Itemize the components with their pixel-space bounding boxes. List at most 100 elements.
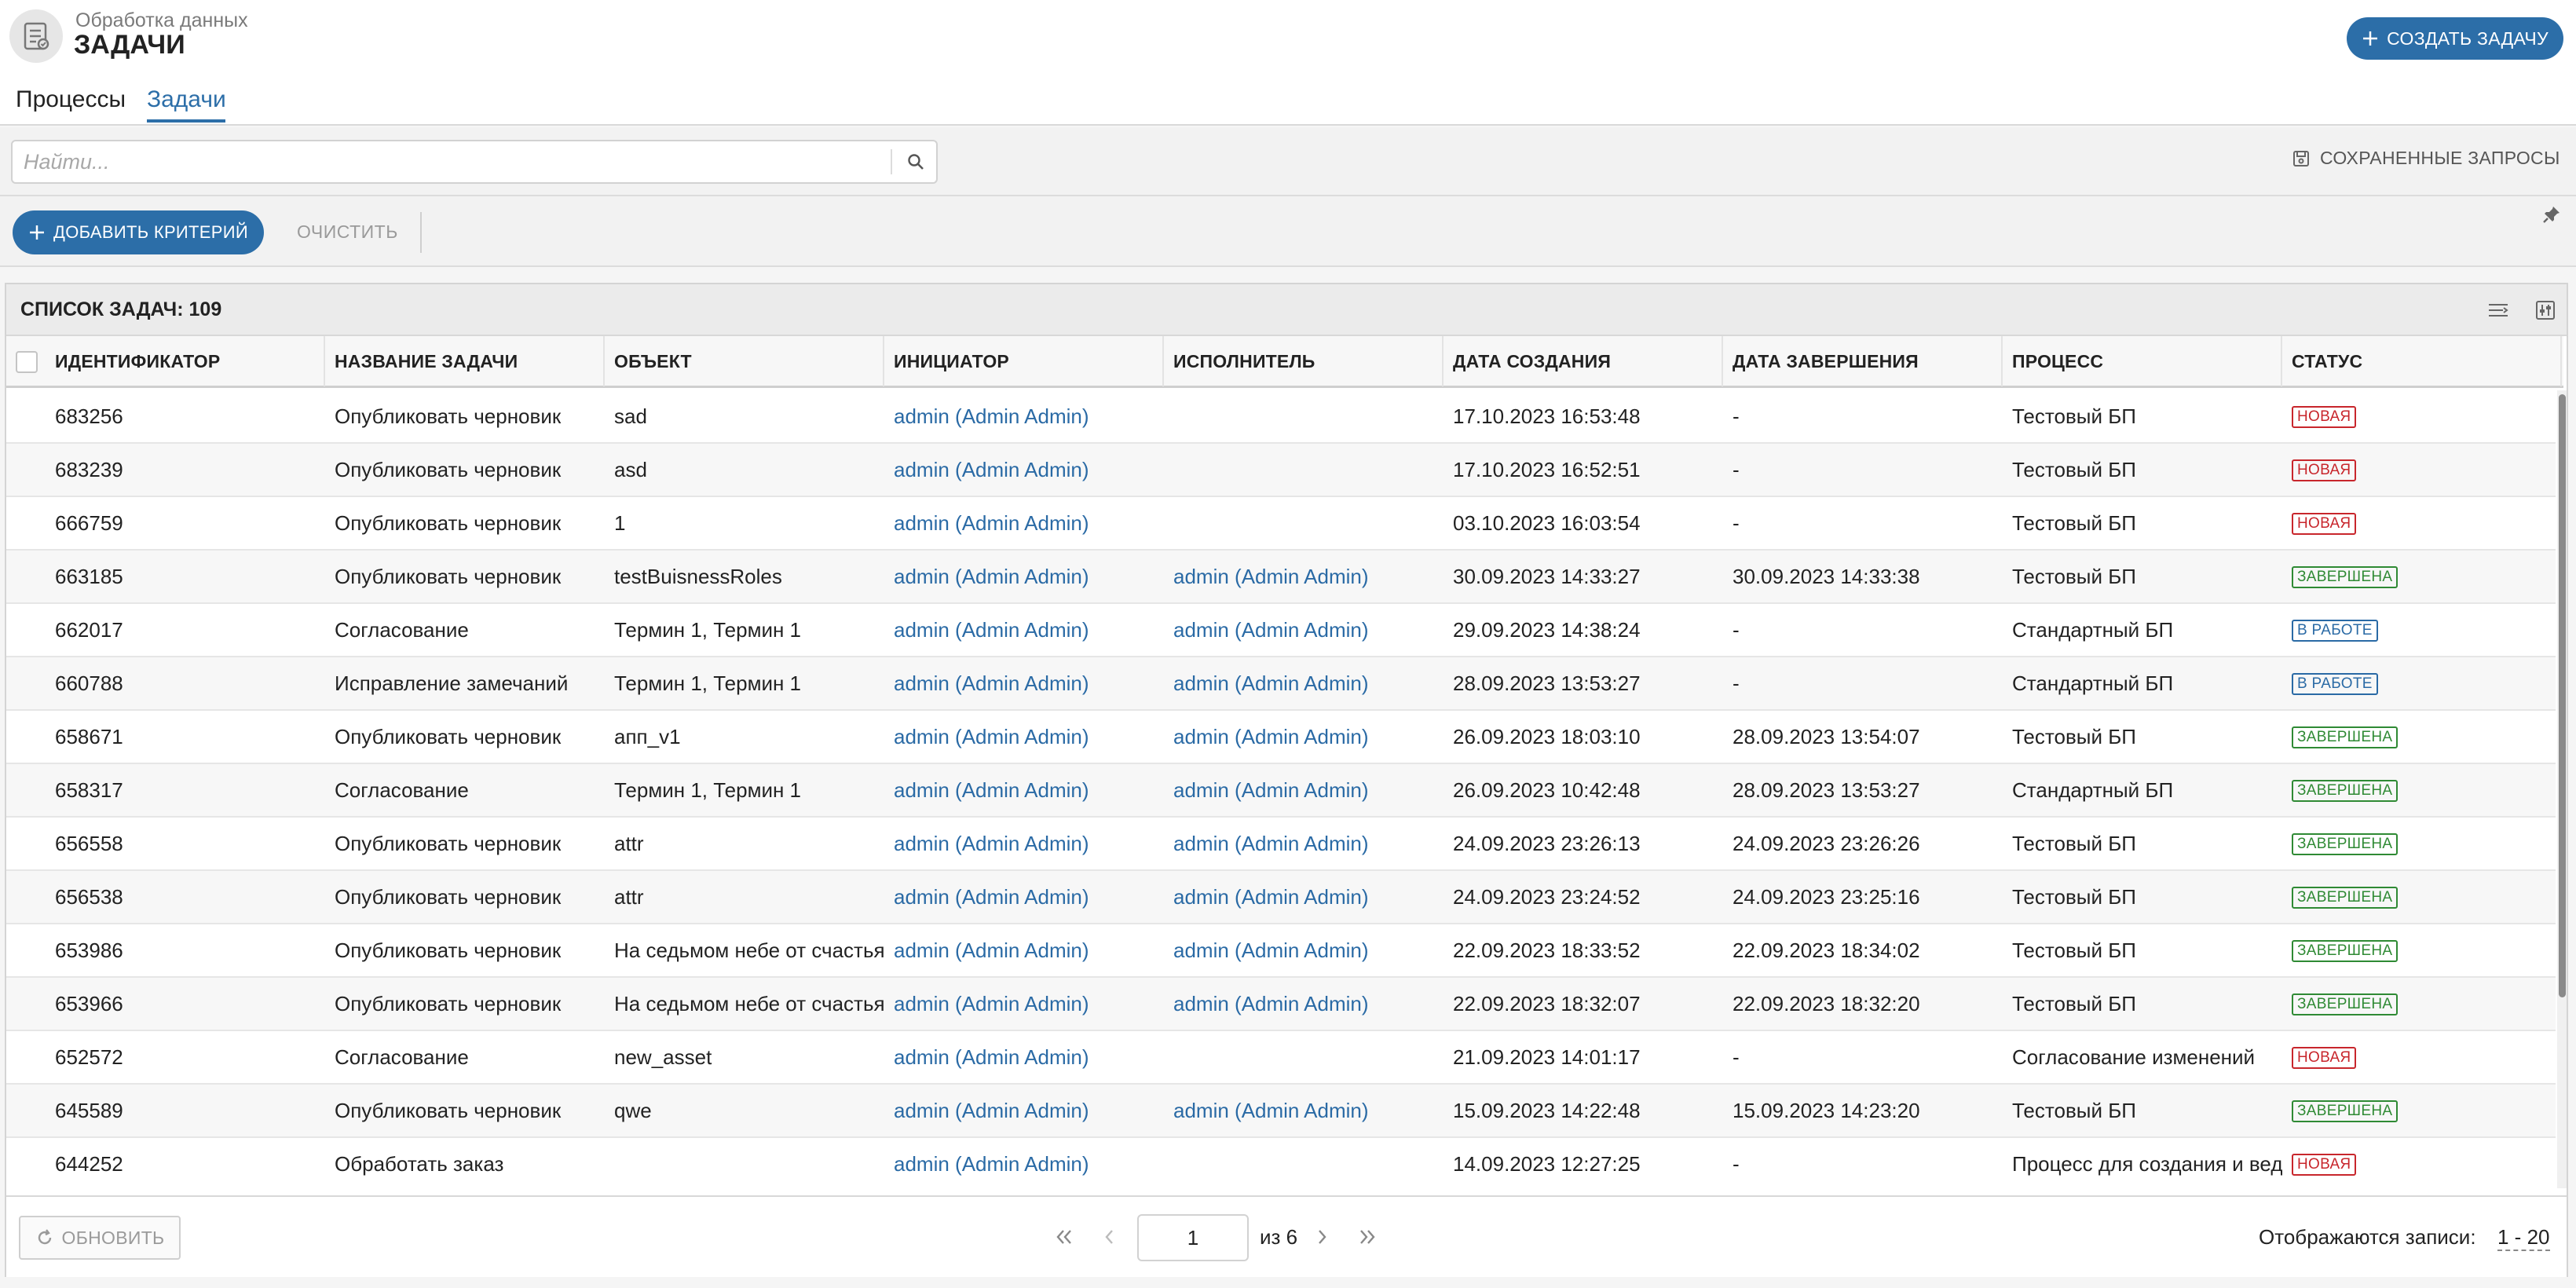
column-header-created[interactable]: ДАТА СОЗДАНИЯ (1445, 336, 1723, 386)
cell-process: Стандартный БП (2012, 671, 2174, 695)
cell-initiator[interactable]: admin (Admin Admin) (886, 390, 1164, 442)
column-width-icon[interactable] (2486, 298, 2510, 322)
cell-completed: 22.09.2023 18:32:20 (1733, 992, 1920, 1015)
cell-assignee[interactable]: admin (Admin Admin) (1165, 871, 1444, 923)
search-divider (891, 149, 892, 174)
cell-id: 656538 (55, 885, 123, 909)
cell-assignee[interactable]: admin (Admin Admin) (1165, 764, 1444, 816)
scrollbar-thumb[interactable] (2559, 394, 2566, 997)
panel-header: СПИСОК ЗАДАЧ: 109 (6, 284, 2567, 336)
table-row[interactable]: 645589 Опубликовать черновик qwe admin (Adm… (6, 1085, 2556, 1138)
page-number-input[interactable] (1137, 1214, 1249, 1261)
cell-initiator[interactable]: admin (Admin Admin) (886, 924, 1164, 976)
status-badge: НОВАЯ (2292, 1154, 2357, 1176)
cell-object: Термин 1, Термин 1 (614, 778, 802, 802)
table-row[interactable]: 656558 Опубликовать черновик attr admin (Ad… (6, 818, 2556, 871)
cell-initiator[interactable]: admin (Admin Admin) (886, 871, 1164, 923)
cell-object: asd (614, 458, 647, 481)
plus-icon (2363, 31, 2378, 46)
table-row[interactable]: 683239 Опубликовать черновик asd admin (Adm… (6, 444, 2556, 497)
cell-created: 17.10.2023 16:53:48 (1453, 404, 1641, 428)
cell-id: 652572 (55, 1045, 123, 1069)
table-row[interactable]: 662017 Согласование Термин 1, Термин 1 admi… (6, 604, 2556, 657)
cell-assignee[interactable]: admin (Admin Admin) (1165, 1085, 1444, 1136)
cell-initiator[interactable]: admin (Admin Admin) (886, 657, 1164, 709)
add-criteria-label: ДОБАВИТЬ КРИТЕРИЙ (53, 222, 248, 242)
select-all-checkbox[interactable] (16, 351, 38, 373)
cell-created: 14.09.2023 12:27:25 (1453, 1152, 1641, 1176)
pin-icon[interactable] (2541, 204, 2562, 225)
table-settings-icon[interactable] (2534, 298, 2557, 322)
cell-object: attr (614, 832, 644, 855)
records-range-selector[interactable]: 1 - 20 (2497, 1225, 2550, 1251)
cell-task-name: Опубликовать черновик (335, 404, 562, 428)
cell-assignee[interactable]: admin (Admin Admin) (1165, 551, 1444, 602)
table-row[interactable]: 683256 Опубликовать черновик sad admin (Adm… (6, 390, 2556, 444)
cell-completed: 28.09.2023 13:54:07 (1733, 725, 1920, 748)
column-header-completed[interactable]: ДАТА ЗАВЕРШЕНИЯ (1725, 336, 2003, 386)
add-criteria-button[interactable]: ДОБАВИТЬ КРИТЕРИЙ (13, 210, 264, 254)
table-row[interactable]: 653986 Опубликовать черновик На седьмом не… (6, 924, 2556, 978)
column-header-assignee[interactable]: ИСПОЛНИТЕЛЬ (1165, 336, 1444, 386)
cell-assignee[interactable]: admin (Admin Admin) (1165, 818, 1444, 869)
table-row[interactable]: 658317 Согласование Термин 1, Термин 1 admi… (6, 764, 2556, 818)
cell-created: 26.09.2023 18:03:10 (1453, 725, 1641, 748)
status-badge: ЗАВЕРШЕНА (2292, 940, 2399, 962)
cell-initiator[interactable]: admin (Admin Admin) (886, 444, 1164, 496)
search-input[interactable] (13, 141, 891, 182)
column-header-task-name[interactable]: НАЗВАНИЕ ЗАДАЧИ (327, 336, 605, 386)
cell-created: 26.09.2023 10:42:48 (1453, 778, 1641, 802)
cell-initiator[interactable]: admin (Admin Admin) (886, 711, 1164, 763)
column-header-initiator[interactable]: ИНИЦИАТОР (886, 336, 1164, 386)
cell-initiator[interactable]: admin (Admin Admin) (886, 764, 1164, 816)
cell-process: Процесс для создания и вед (2012, 1152, 2282, 1176)
cell-initiator[interactable]: admin (Admin Admin) (886, 1031, 1164, 1083)
cell-process: Тестовый БП (2012, 458, 2136, 481)
cell-assignee[interactable]: admin (Admin Admin) (1165, 711, 1444, 763)
refresh-button[interactable]: ОБНОВИТЬ (19, 1216, 181, 1260)
table-row[interactable]: 660788 Исправление замечаний Термин 1, Тер… (6, 657, 2556, 711)
table-row[interactable]: 653966 Опубликовать черновик На седьмом не… (6, 978, 2556, 1031)
cell-initiator[interactable]: admin (Admin Admin) (886, 497, 1164, 549)
cell-assignee[interactable]: admin (Admin Admin) (1165, 978, 1444, 1030)
tab-tasks[interactable]: Задачи (147, 86, 226, 113)
table-header: ИДЕНТИФИКАТОР НАЗВАНИЕ ЗАДАЧИ ОБЪЕКТ ИНИ… (6, 336, 2563, 388)
next-page-icon[interactable] (1310, 1224, 1334, 1250)
create-task-button[interactable]: СОЗДАТЬ ЗАДАЧУ (2347, 17, 2563, 60)
cell-initiator[interactable]: admin (Admin Admin) (886, 551, 1164, 602)
table-row[interactable]: 656538 Опубликовать черновик attr admin (Ad… (6, 871, 2556, 924)
clear-button[interactable]: ОЧИСТИТЬ (297, 221, 398, 243)
table-row[interactable]: 644252 Обработать заказ admin (Admin Admin… (6, 1138, 2556, 1188)
first-page-icon[interactable] (1052, 1224, 1076, 1250)
search-icon[interactable] (902, 148, 930, 176)
column-header-process[interactable]: ПРОЦЕСС (2004, 336, 2282, 386)
cell-initiator[interactable]: admin (Admin Admin) (886, 604, 1164, 656)
cell-completed: 15.09.2023 14:23:20 (1733, 1099, 1920, 1122)
cell-initiator[interactable]: admin (Admin Admin) (886, 1085, 1164, 1136)
column-header-object[interactable]: ОБЪЕКТ (606, 336, 884, 386)
cell-initiator[interactable]: admin (Admin Admin) (886, 1138, 1164, 1188)
saved-queries-label: СОХРАНЕННЫЕ ЗАПРОСЫ (2320, 148, 2560, 168)
cell-process: Тестовый БП (2012, 511, 2136, 535)
cell-assignee[interactable]: admin (Admin Admin) (1165, 657, 1444, 709)
saved-queries-button[interactable]: СОХРАНЕННЫЕ ЗАПРОСЫ (2292, 148, 2560, 169)
table-row[interactable]: 658671 Опубликовать черновик апп_v1 admin (… (6, 711, 2556, 764)
cell-initiator[interactable]: admin (Admin Admin) (886, 818, 1164, 869)
column-header-id[interactable]: ИДЕНТИФИКАТОР (47, 336, 325, 386)
cell-process: Тестовый БП (2012, 1099, 2136, 1122)
cell-created: 29.09.2023 14:38:24 (1453, 618, 1641, 642)
tab-processes[interactable]: Процессы (16, 86, 126, 113)
cell-assignee[interactable]: admin (Admin Admin) (1165, 604, 1444, 656)
last-page-icon[interactable] (1356, 1224, 1379, 1250)
cell-initiator[interactable]: admin (Admin Admin) (886, 978, 1164, 1030)
cell-process: Тестовый БП (2012, 404, 2136, 428)
column-header-status[interactable]: СТАТУС (2284, 336, 2562, 386)
cell-task-name: Опубликовать черновик (335, 939, 562, 962)
table-row[interactable]: 663185 Опубликовать черновик testBuisnessR… (6, 551, 2556, 604)
app-subtitle: Обработка данных (75, 9, 248, 31)
cell-assignee[interactable]: admin (Admin Admin) (1165, 924, 1444, 976)
table-row[interactable]: 652572 Согласование new_asset admin (Admin … (6, 1031, 2556, 1085)
cell-id: 658671 (55, 725, 123, 748)
prev-page-icon[interactable] (1098, 1224, 1122, 1250)
table-row[interactable]: 666759 Опубликовать черновик 1 admin (Admin… (6, 497, 2556, 551)
